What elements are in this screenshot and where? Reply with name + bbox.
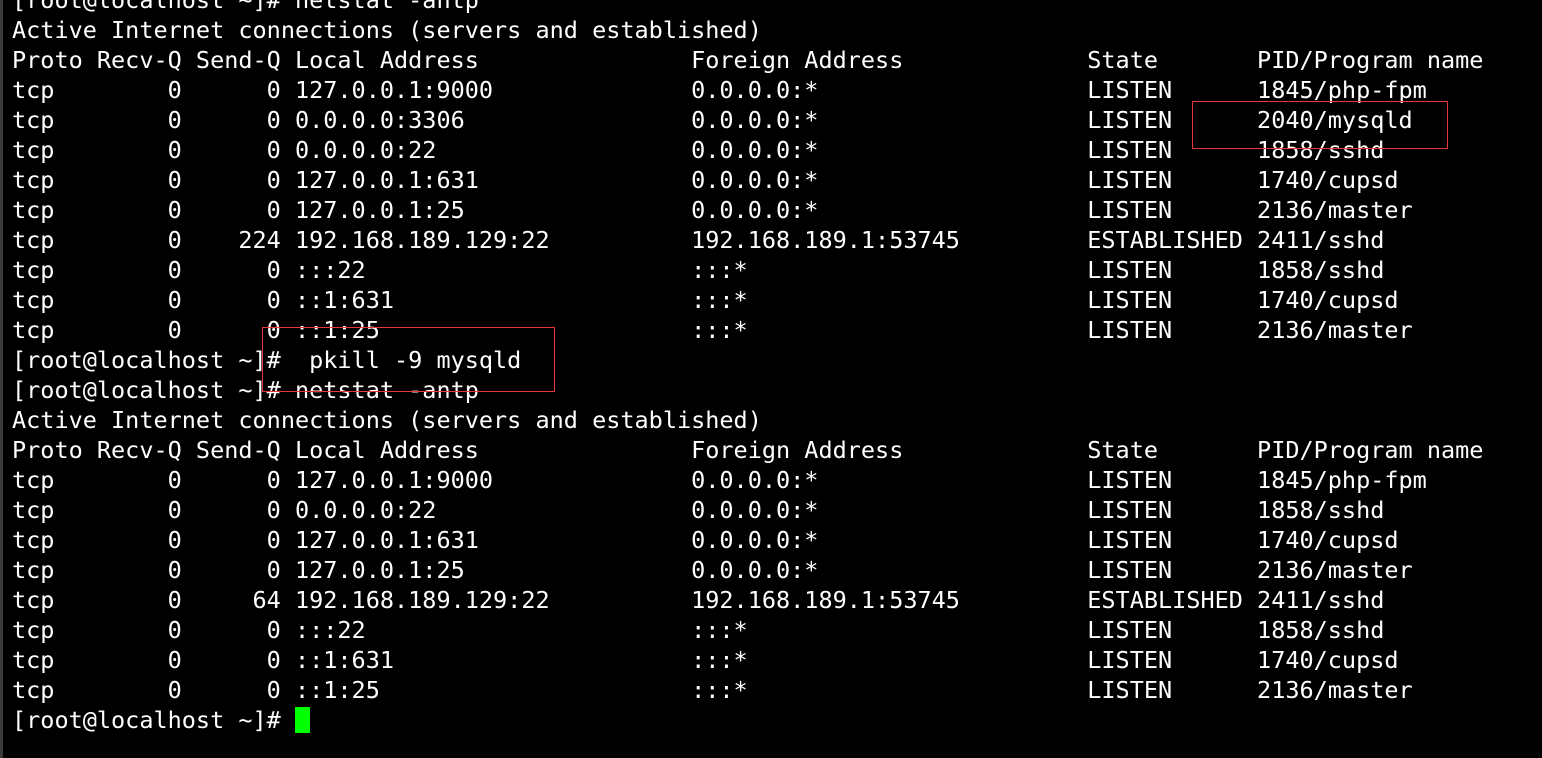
terminal-line: tcp 0 224 192.168.189.129:22 192.168.189… bbox=[12, 226, 1385, 254]
terminal-line: tcp 0 0 :::22 :::* LISTEN 1858/sshd bbox=[12, 616, 1385, 644]
shell-prompt: [root@localhost ~]# bbox=[12, 706, 295, 734]
terminal-line: tcp 0 0 :::22 :::* LISTEN 1858/sshd bbox=[12, 256, 1385, 284]
terminal-line: Proto Recv-Q Send-Q Local Address Foreig… bbox=[12, 46, 1484, 74]
terminal-line: tcp 0 0 ::1:631 :::* LISTEN 1740/cupsd bbox=[12, 646, 1399, 674]
terminal-line: tcp 0 0 127.0.0.1:9000 0.0.0.0:* LISTEN … bbox=[12, 466, 1427, 494]
terminal-line: tcp 0 0 0.0.0.0:22 0.0.0.0:* LISTEN 1858… bbox=[12, 136, 1385, 164]
terminal-line: tcp 0 0 127.0.0.1:9000 0.0.0.0:* LISTEN … bbox=[12, 76, 1427, 104]
terminal-line: Active Internet connections (servers and… bbox=[12, 16, 762, 44]
terminal-line: Proto Recv-Q Send-Q Local Address Foreig… bbox=[12, 436, 1484, 464]
terminal-line: [root@localhost ~]# pkill -9 mysqld bbox=[12, 346, 522, 374]
terminal-line: [root@localhost ~]# netstat -antp bbox=[12, 0, 479, 14]
terminal-line: tcp 0 0 0.0.0.0:3306 0.0.0.0:* LISTEN 20… bbox=[12, 106, 1413, 134]
terminal-line: tcp 0 64 192.168.189.129:22 192.168.189.… bbox=[12, 586, 1385, 614]
terminal-line: Active Internet connections (servers and… bbox=[12, 406, 762, 434]
window-left-border bbox=[0, 0, 3, 758]
terminal-line: tcp 0 0 0.0.0.0:22 0.0.0.0:* LISTEN 1858… bbox=[12, 496, 1385, 524]
terminal-line: tcp 0 0 ::1:25 :::* LISTEN 2136/master bbox=[12, 316, 1413, 344]
terminal-output: [root@localhost ~]# netstat -antp Active… bbox=[12, 0, 1483, 735]
terminal-line: tcp 0 0 ::1:25 :::* LISTEN 2136/master bbox=[12, 676, 1413, 704]
terminal-line: tcp 0 0 127.0.0.1:631 0.0.0.0:* LISTEN 1… bbox=[12, 166, 1399, 194]
terminal-window[interactable]: [root@localhost ~]# netstat -antp Active… bbox=[0, 0, 1542, 758]
terminal-line: tcp 0 0 127.0.0.1:25 0.0.0.0:* LISTEN 21… bbox=[12, 196, 1413, 224]
terminal-line: tcp 0 0 127.0.0.1:631 0.0.0.0:* LISTEN 1… bbox=[12, 526, 1399, 554]
terminal-line: [root@localhost ~]# netstat -antp bbox=[12, 376, 479, 404]
terminal-line: tcp 0 0 ::1:631 :::* LISTEN 1740/cupsd bbox=[12, 286, 1399, 314]
terminal-prompt-line[interactable]: [root@localhost ~]# bbox=[12, 705, 1483, 735]
text-cursor bbox=[294, 707, 310, 733]
terminal-line: tcp 0 0 127.0.0.1:25 0.0.0.0:* LISTEN 21… bbox=[12, 556, 1413, 584]
